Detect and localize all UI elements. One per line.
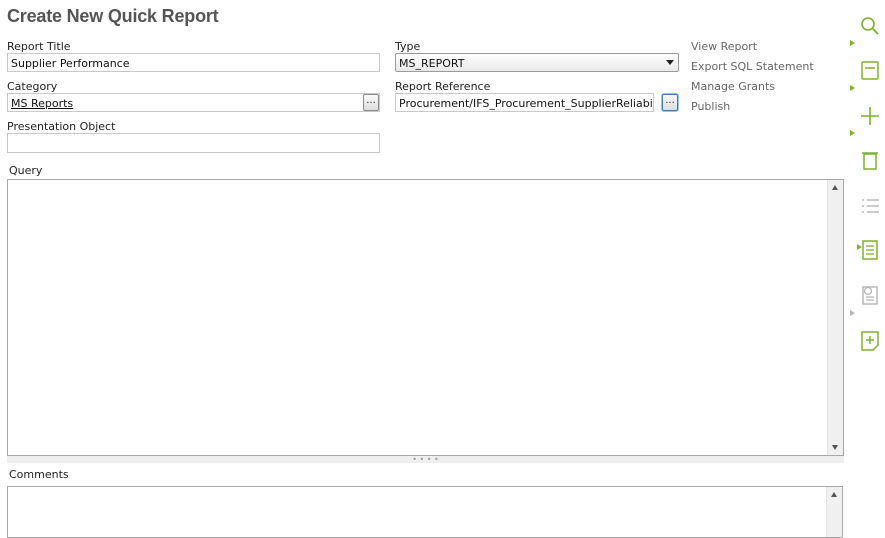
page-title: Create New Quick Report [7,6,219,26]
details-icon[interactable] [857,237,883,263]
info-icon [857,282,883,308]
scroll-down-icon[interactable] [832,445,838,450]
comments-label: Comments [9,468,69,481]
delete-icon[interactable] [857,148,883,174]
chevron-down-icon [666,60,674,65]
comments-value [8,487,842,493]
report-title-field[interactable]: Supplier Performance [7,53,380,72]
list-icon [857,193,883,219]
query-value [8,180,843,186]
view-report-link[interactable]: View Report [691,40,757,53]
scroll-up-icon[interactable] [831,492,837,497]
expand-indicator [850,40,855,46]
category-value: MS Reports [11,97,74,110]
presentation-object-field[interactable] [7,133,380,153]
comments-textarea[interactable] [7,486,843,538]
report-reference-value: Procurement/IFS_Procurement_SupplierReli… [399,97,654,110]
search-icon[interactable] [857,13,883,39]
scroll-up-icon[interactable] [832,185,838,190]
add-icon[interactable] [857,103,883,129]
report-reference-browse-button[interactable]: ... [662,94,678,111]
publish-link[interactable]: Publish [691,100,730,113]
category-field[interactable]: MS Reports [7,93,380,112]
type-select[interactable]: MS_REPORT [395,53,679,72]
report-title-value: Supplier Performance [11,57,130,70]
report-title-label: Report Title [7,40,71,53]
splitter-handle[interactable]: • • • • [7,456,844,464]
query-label: Query [9,164,43,177]
report-reference-field[interactable]: Procurement/IFS_Procurement_SupplierReli… [395,93,654,112]
query-scrollbar[interactable] [827,180,843,455]
type-value: MS_REPORT [399,57,465,70]
save-icon[interactable] [857,58,883,84]
expand-indicator [850,85,855,91]
comments-scrollbar[interactable] [826,487,842,537]
manage-grants-link[interactable]: Manage Grants [691,80,775,93]
presentation-object-label: Presentation Object [7,120,116,133]
category-label: Category [7,80,58,93]
export-sql-statement-link[interactable]: Export SQL Statement [691,60,814,73]
new-note-icon[interactable] [857,328,883,354]
category-browse-button[interactable]: ... [363,94,379,111]
expand-indicator [850,130,855,136]
query-textarea[interactable] [7,179,844,456]
type-label: Type [395,40,421,53]
report-reference-label: Report Reference [395,80,491,93]
expand-indicator [850,310,855,316]
